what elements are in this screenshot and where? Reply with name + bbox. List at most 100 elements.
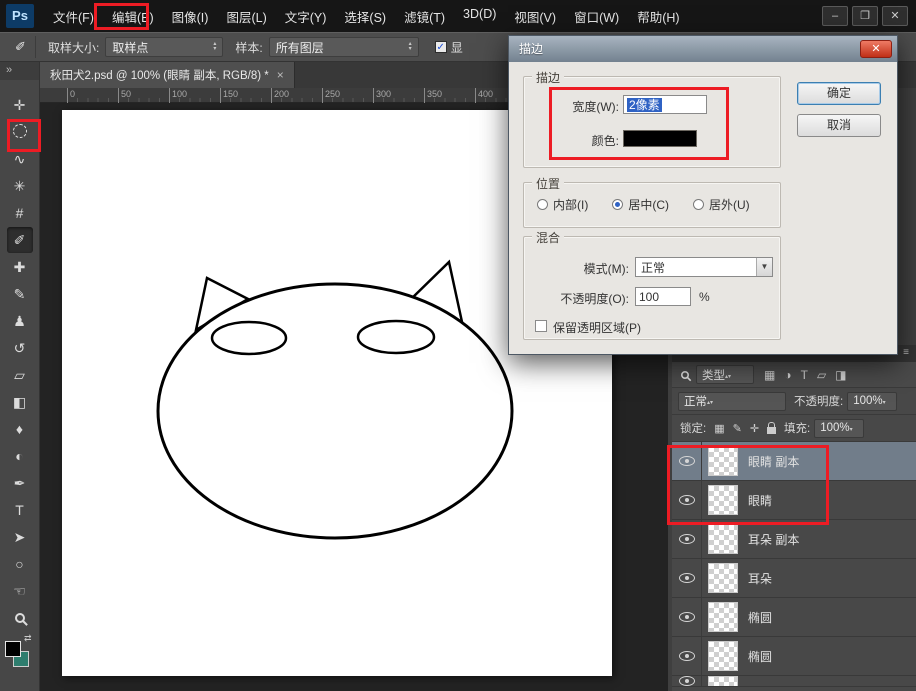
document-tab[interactable]: 秋田犬2.psd @ 100% (眼睛 副本, RGB/8) * × [40,62,295,88]
close-button[interactable]: ✕ [882,6,908,26]
pen-tool[interactable]: ✒ [7,470,33,496]
maximize-button[interactable]: ❐ [852,6,878,26]
filter-type-layers-icon[interactable]: T [801,368,808,382]
filter-shape-layers-icon[interactable]: ▱ [817,368,826,382]
layer-thumbnail[interactable] [708,676,738,687]
sample-layers-select[interactable]: 所有图层 ▴▾ [269,37,419,57]
layer-visibility-toggle[interactable] [672,598,702,636]
menu-filter[interactable]: 滤镜(T) [395,1,454,32]
crop-tool[interactable]: # [7,200,33,226]
minimize-button[interactable]: – [822,6,848,26]
layer-filter-row: 类型 ▴▾ ▦ ◑ T ▱ ◨ [672,362,916,388]
dialog-close-button[interactable]: ✕ [860,40,892,58]
layer-visibility-toggle[interactable] [672,481,702,519]
layer-thumbnail[interactable] [708,602,738,632]
lock-all-icon[interactable] [767,427,776,434]
position-radio-inside[interactable]: 内部(I) [537,196,588,213]
lock-image-pixels-icon[interactable]: ✎ [733,422,742,435]
lock-transparent-pixels-icon[interactable]: ▦ [714,422,724,435]
panel-menu-icon[interactable]: ≡ [903,347,910,358]
eyedropper-tool[interactable]: ✐ [7,227,33,253]
elliptical-marquee-tool[interactable] [7,119,33,145]
menu-type[interactable]: 文字(Y) [276,1,336,32]
path-selection-tool[interactable]: ➤ [7,524,33,550]
ok-button[interactable]: 确定 [797,82,881,105]
healing-brush-tool[interactable]: ✚ [7,254,33,280]
dodge-tool[interactable]: ◐ [7,443,33,469]
menu-select[interactable]: 选择(S) [335,1,395,32]
position-radio-label: 居中(C) [628,196,669,213]
menu-3d[interactable]: 3D(D) [454,1,505,32]
lock-position-icon[interactable]: ✛ [750,422,759,435]
head-ellipse-shape [158,284,512,538]
swap-colors-icon[interactable]: ⇄ [24,633,32,644]
hand-tool[interactable]: ☜ [7,578,33,604]
menu-view[interactable]: 视图(V) [505,1,565,32]
layer-visibility-toggle[interactable] [672,520,702,558]
menu-window[interactable]: 窗口(W) [565,1,628,32]
active-tool-icon[interactable]: ✐ [6,36,36,58]
layer-thumbnail[interactable] [708,563,738,593]
layer-row-4[interactable]: 耳朵 [672,559,916,598]
layer-row-1[interactable]: 眼睛 副本 [672,442,916,481]
type-tool-tool[interactable]: T [7,497,33,523]
layer-visibility-toggle[interactable] [672,442,702,480]
layer-row-5[interactable]: 椭圆 [672,598,916,637]
gradient-tool[interactable]: ◧ [7,389,33,415]
history-brush-tool[interactable]: ↺ [7,335,33,361]
layer-thumbnail[interactable] [708,524,738,554]
checkbox-checked-icon: ✓ [435,41,447,53]
lasso-tool[interactable]: ∿ [7,146,33,172]
dialog-opacity-input[interactable]: 100 [635,287,691,306]
mode-select[interactable]: 正常 ▼ [635,257,773,277]
brush-tool[interactable]: ✎ [7,281,33,307]
move-tool[interactable]: ✛ [7,92,33,118]
mode-value: 正常 [641,259,665,276]
zoom-tool[interactable] [7,605,33,631]
menu-layer[interactable]: 图层(L) [217,1,275,32]
menu-file[interactable]: 文件(F) [44,1,103,32]
menu-edit[interactable]: 编辑(E) [103,1,163,32]
tab-close-icon[interactable]: × [277,68,284,82]
position-radio-outside[interactable]: 居外(U) [693,196,750,213]
eye-icon [679,456,695,466]
blending-group-label: 混合 [532,229,564,246]
layer-row-7[interactable] [672,676,916,687]
layer-row-2[interactable]: 眼睛 [672,481,916,520]
left-eye-shape [212,322,286,354]
stroke-color-swatch[interactable] [623,130,697,147]
quick-selection-tool[interactable]: ✳ [7,173,33,199]
clone-stamp-tool[interactable]: ♟ [7,308,33,334]
position-radio-center[interactable]: 居中(C) [612,196,669,213]
opacity-value: 100% [853,395,882,407]
layer-row-3[interactable]: 耳朵 副本 [672,520,916,559]
fill-select[interactable]: 100% ▾ [814,419,864,438]
cancel-button[interactable]: 取消 [797,114,881,137]
layer-visibility-toggle[interactable] [672,676,702,686]
layer-thumbnail[interactable] [708,446,738,476]
layer-visibility-toggle[interactable] [672,559,702,597]
filter-type-select[interactable]: 类型 ▴▾ [696,365,754,384]
blend-mode-select[interactable]: 正常 ▴▾ [678,392,786,411]
width-input[interactable]: 2像素 [623,95,707,114]
dialog-title[interactable]: 描边 [509,36,897,62]
show-sampling-ring-checkbox[interactable]: ✓ 显 [435,39,463,56]
sample-size-select[interactable]: 取样点 ▴▾ [105,37,223,57]
filter-adjustment-layers-icon[interactable]: ◑ [784,368,791,382]
menu-help[interactable]: 帮助(H) [628,1,688,32]
ellipse-shape-tool[interactable]: ○ [7,551,33,577]
filter-smart-objects-icon[interactable]: ◨ [835,368,846,382]
menu-image[interactable]: 图像(I) [163,1,218,32]
toolbar-collapse-button[interactable]: » [0,62,39,80]
opacity-select[interactable]: 100% ▾ [847,392,897,411]
layer-row-6[interactable]: 椭圆 [672,637,916,676]
layer-thumbnail[interactable] [708,641,738,671]
layer-thumbnail[interactable] [708,485,738,515]
foreground-color-swatch[interactable] [5,641,21,657]
radio-dot-icon [612,199,623,210]
preserve-transparency-checkbox[interactable] [535,320,547,332]
layer-visibility-toggle[interactable] [672,637,702,675]
blur-tool[interactable]: ♦ [7,416,33,442]
filter-pixel-layers-icon[interactable]: ▦ [764,368,775,382]
eraser-tool[interactable]: ▱ [7,362,33,388]
